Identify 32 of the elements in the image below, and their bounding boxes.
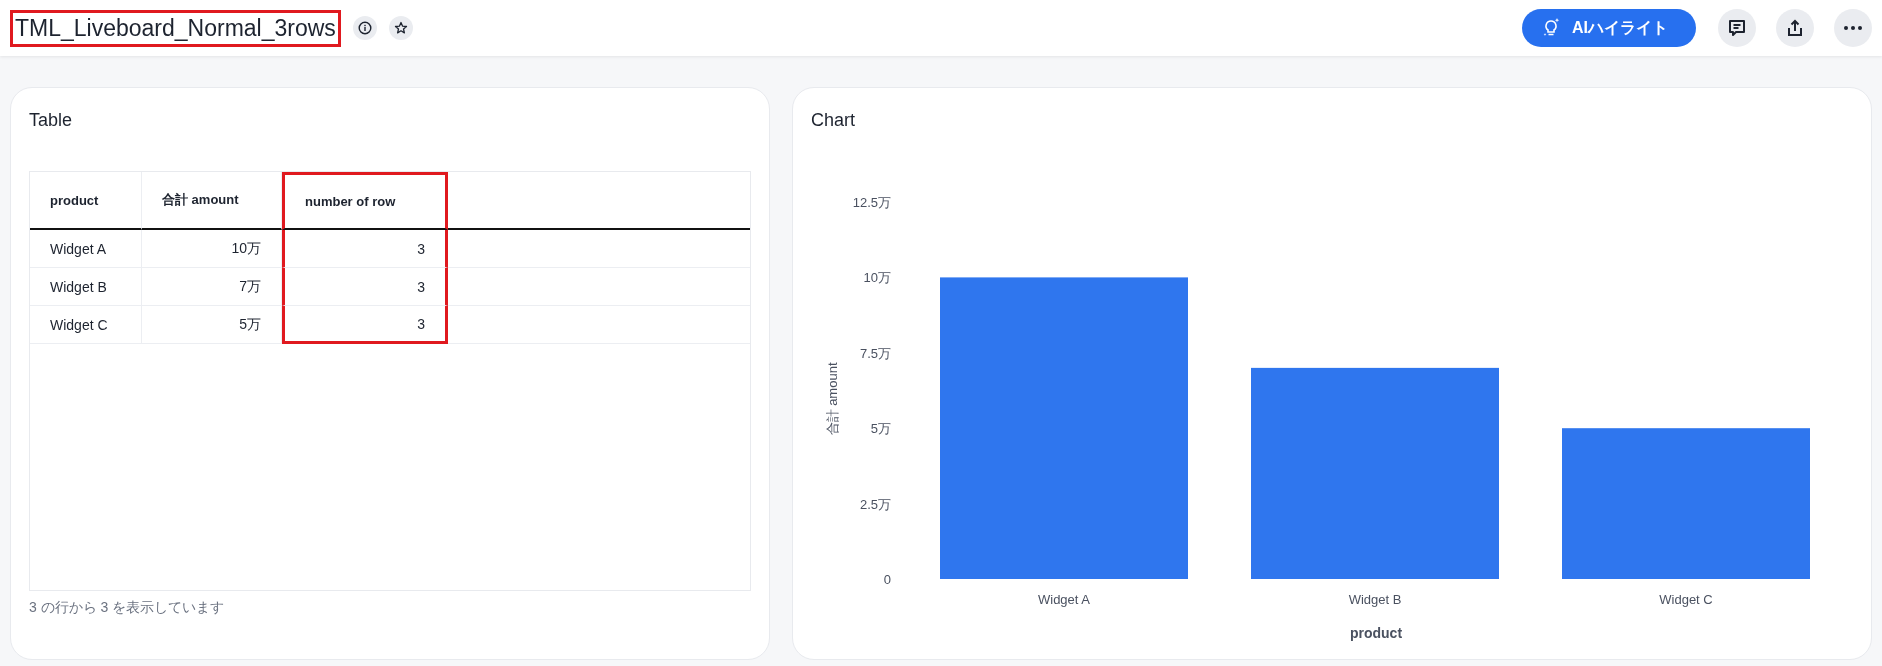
table-cell: Widget C [30,306,142,344]
x-tick-label: Widget A [1038,592,1090,607]
x-axis-title: product [1349,625,1403,641]
table-cell: 3 [282,306,448,344]
ai-highlight-button[interactable]: AIハイライト [1522,9,1696,47]
x-tick-label: Widget B [1348,592,1402,607]
table-cell: 3 [282,230,448,268]
table-cell: 5万 [142,306,282,344]
liveboard-title: TML_Liveboard_Normal_3rows [10,9,341,47]
column-header[interactable]: 合計 amount [142,172,282,230]
y-tick-label: 2.5万 [859,496,891,512]
comment-icon[interactable] [1718,9,1756,47]
info-icon[interactable] [352,16,377,40]
card-title: Table [29,110,73,131]
card-title: Chart [811,110,855,131]
y-tick-label: 5万 [870,421,891,437]
y-tick-label: 7.5万 [859,345,891,361]
table-cell: 7万 [142,268,282,306]
column-header[interactable]: product [30,172,142,230]
x-tick-label: Widget C [1659,592,1713,607]
column-header[interactable]: number of row [282,172,448,230]
table-cell: Widget A [30,230,142,268]
y-tick-label: 10万 [863,270,891,286]
row-count-text: 3 の行から 3 を表示しています [29,599,225,617]
table-cell: Widget B [30,268,142,306]
table-cell: 3 [282,268,448,306]
share-icon[interactable] [1776,9,1814,47]
y-tick-label: 12.5万 [852,195,891,210]
more-icon[interactable] [1834,9,1872,47]
table-cell: 10万 [142,230,282,268]
y-axis-title: 合計 amount [825,362,840,436]
y-tick-label: 0 [883,572,891,587]
